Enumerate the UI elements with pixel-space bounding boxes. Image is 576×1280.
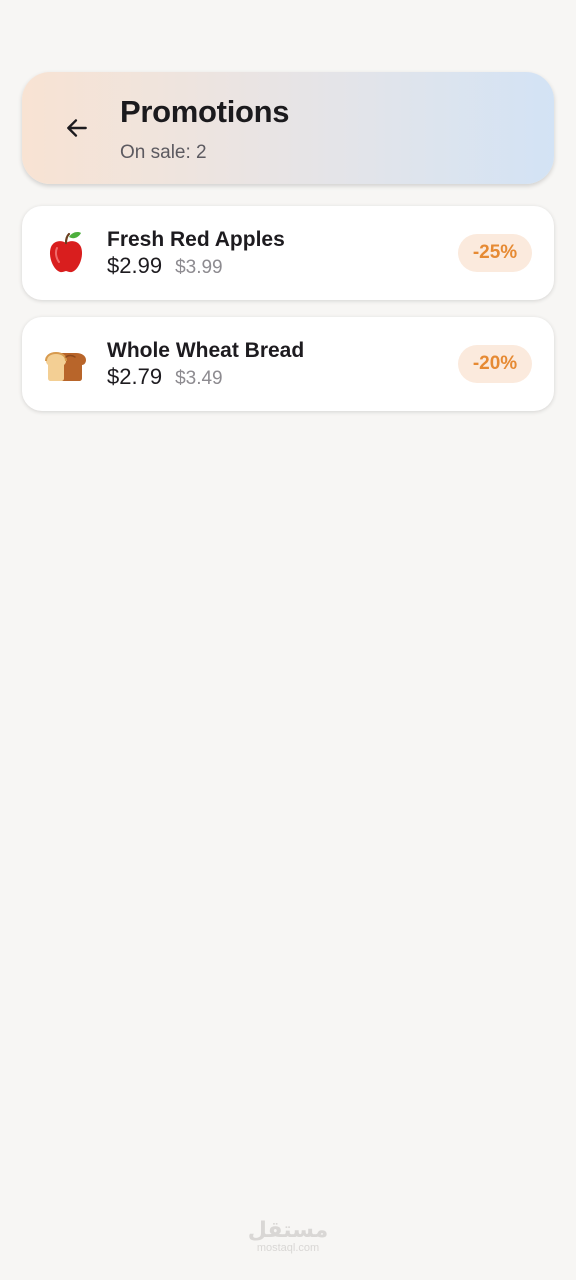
sale-count: On sale: 2 <box>120 142 207 163</box>
bread-icon <box>42 339 90 387</box>
product-name: Whole Wheat Bread <box>107 339 305 362</box>
price-row: $2.79 $3.49 <box>107 364 223 390</box>
discount-badge: -20% <box>458 345 532 383</box>
sale-price: $2.99 <box>107 253 163 278</box>
back-button[interactable] <box>54 105 100 151</box>
discount-badge: -25% <box>458 234 532 272</box>
sale-price: $2.79 <box>107 364 163 389</box>
product-name: Fresh Red Apples <box>107 228 285 251</box>
price-row: $2.99 $3.99 <box>107 253 223 279</box>
arrow-left-icon <box>67 119 87 137</box>
original-price: $3.49 <box>175 368 223 389</box>
watermark: مستقل mostaql.com <box>0 1217 576 1255</box>
page-title: Promotions <box>120 94 290 129</box>
watermark-logo: مستقل <box>247 1217 329 1242</box>
promotions-header: Promotions On sale: 2 <box>22 72 554 184</box>
promotion-card[interactable]: Fresh Red Apples $2.99 $3.99 -25% <box>22 206 554 300</box>
promotion-card[interactable]: Whole Wheat Bread $2.79 $3.49 -20% <box>22 317 554 411</box>
apple-icon <box>42 228 90 276</box>
watermark-url: mostaql.com <box>256 1242 320 1254</box>
original-price: $3.99 <box>175 257 223 278</box>
